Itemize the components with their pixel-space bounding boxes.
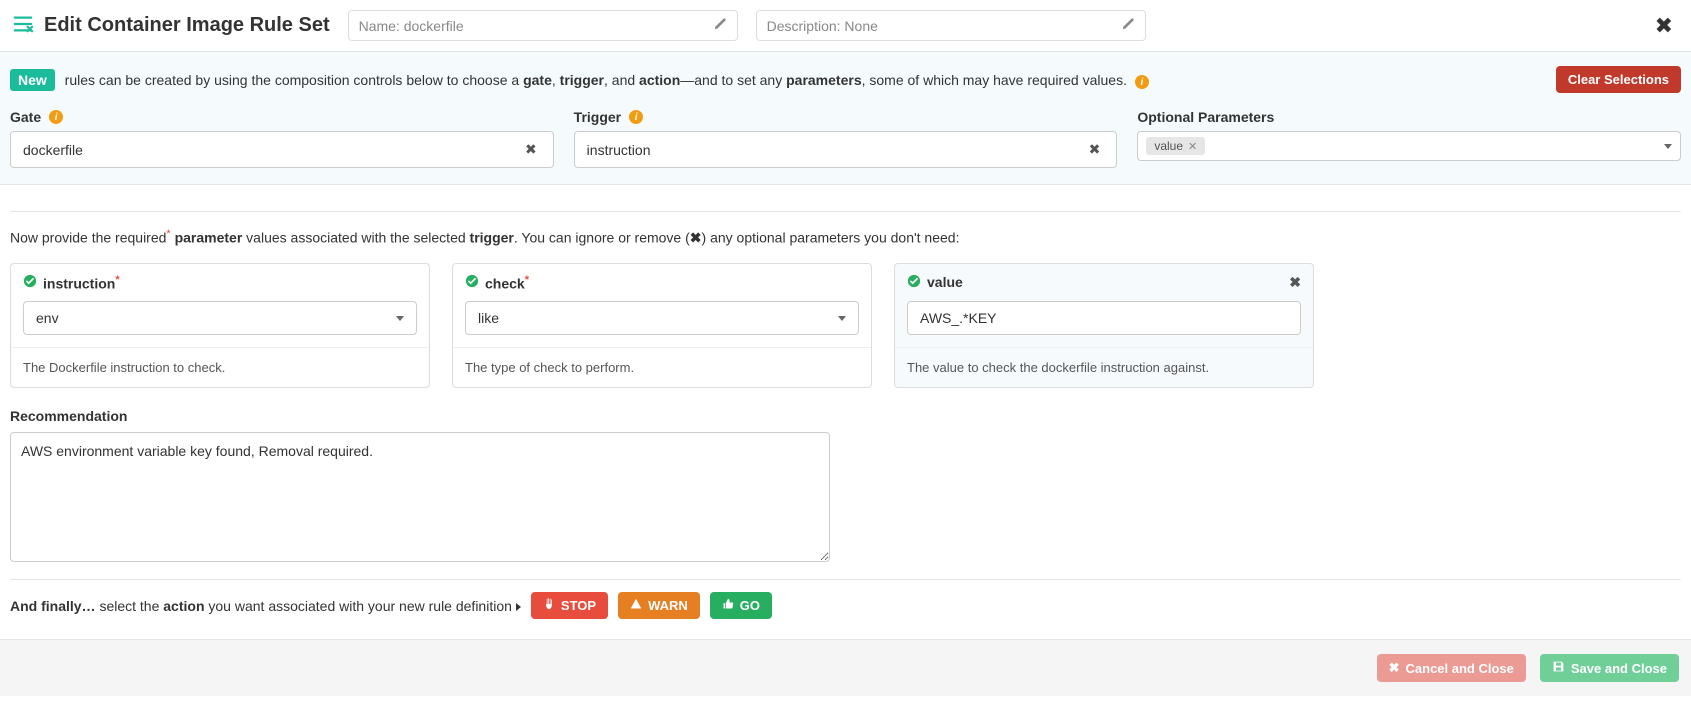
warn-button[interactable]: WARN xyxy=(618,592,700,619)
clear-icon[interactable]: ✖ xyxy=(521,141,541,158)
instruction-select[interactable]: env xyxy=(23,301,417,335)
hand-stop-icon xyxy=(543,598,555,613)
trigger-select[interactable]: instruction ✖ xyxy=(574,131,1118,168)
edit-icon[interactable] xyxy=(1121,17,1135,34)
warning-icon xyxy=(630,598,642,613)
intro-text: New rules can be created by using the co… xyxy=(10,69,1149,91)
controls-row: Gate i dockerfile ✖ Trigger i instructio… xyxy=(10,109,1681,168)
header-bar: Edit Container Image Rule Set Name: dock… xyxy=(0,0,1691,52)
save-button[interactable]: Save and Close xyxy=(1540,654,1679,682)
chevron-down-icon[interactable] xyxy=(396,316,404,321)
param-card-instruction: instruction* env The Dockerfile instruct… xyxy=(10,263,430,389)
new-badge: New xyxy=(10,69,55,91)
param-title: value xyxy=(907,274,963,291)
name-value: dockerfile xyxy=(404,18,464,34)
name-label: Name: xyxy=(359,18,400,34)
divider xyxy=(10,211,1681,212)
parameter-cards: instruction* env The Dockerfile instruct… xyxy=(10,263,1681,389)
title-wrap: Edit Container Image Rule Set xyxy=(12,14,330,37)
close-icon: ✖ xyxy=(1389,660,1400,676)
remove-param-icon[interactable]: ✖ xyxy=(1289,274,1301,291)
optional-params-select[interactable]: value ✕ xyxy=(1137,131,1681,161)
recommendation-label: Recommendation xyxy=(10,408,1681,424)
name-field[interactable]: Name: dockerfile xyxy=(348,10,738,41)
required-asterisk-icon: * xyxy=(525,274,529,286)
param-title: instruction* xyxy=(23,274,120,292)
save-icon xyxy=(1552,660,1565,676)
description-value: None xyxy=(844,18,877,34)
action-section: And finally… select the action you want … xyxy=(0,580,1691,640)
param-description: The type of check to perform. xyxy=(453,347,871,387)
clear-icon[interactable]: ✖ xyxy=(1085,141,1105,158)
caret-right-icon xyxy=(516,603,521,611)
gate-control: Gate i dockerfile ✖ xyxy=(10,109,554,168)
page-title: Edit Container Image Rule Set xyxy=(44,14,330,37)
check-select[interactable]: like xyxy=(465,301,859,335)
value-input[interactable] xyxy=(907,301,1301,335)
trigger-value: instruction xyxy=(587,142,651,158)
info-icon[interactable]: i xyxy=(1135,75,1149,89)
close-icon[interactable]: ✖ xyxy=(1649,13,1679,39)
param-description: The value to check the dockerfile instru… xyxy=(895,347,1313,387)
check-circle-icon xyxy=(465,274,479,291)
gate-value: dockerfile xyxy=(23,142,83,158)
param-title: check* xyxy=(465,274,529,292)
trigger-label: Trigger i xyxy=(574,109,1118,125)
recommendation-section: Recommendation xyxy=(0,398,1691,575)
ruleset-icon xyxy=(12,14,34,37)
action-lead: And finally… select the action you want … xyxy=(10,598,521,614)
chevron-down-icon[interactable] xyxy=(838,316,846,321)
stop-button[interactable]: STOP xyxy=(531,592,608,619)
param-card-value: value ✖ The value to check the dockerfil… xyxy=(894,263,1314,389)
info-icon[interactable]: i xyxy=(629,110,643,124)
trigger-control: Trigger i instruction ✖ xyxy=(574,109,1118,168)
check-circle-icon xyxy=(907,274,921,291)
optional-params-label: Optional Parameters xyxy=(1137,109,1681,125)
go-button[interactable]: GO xyxy=(710,592,772,619)
info-icon[interactable]: i xyxy=(49,110,63,124)
tag-remove-icon[interactable]: ✕ xyxy=(1188,140,1197,153)
description-label: Description: xyxy=(767,18,841,34)
x-icon: ✖ xyxy=(690,230,702,246)
parameter-section: Now provide the required* parameter valu… xyxy=(0,185,1691,398)
footer: ✖ Cancel and Close Save and Close xyxy=(0,640,1691,696)
edit-icon[interactable] xyxy=(713,17,727,34)
required-asterisk-icon: * xyxy=(115,274,119,286)
parameter-intro: Now provide the required* parameter valu… xyxy=(10,228,1681,247)
recommendation-textarea[interactable] xyxy=(10,432,830,562)
clear-selections-button[interactable]: Clear Selections xyxy=(1556,66,1681,93)
check-circle-icon xyxy=(23,274,37,291)
thumbs-up-icon xyxy=(722,598,734,613)
param-description: The Dockerfile instruction to check. xyxy=(11,347,429,387)
optional-params-control: Optional Parameters value ✕ xyxy=(1137,109,1681,168)
gate-select[interactable]: dockerfile ✖ xyxy=(10,131,554,168)
chevron-down-icon[interactable] xyxy=(1664,144,1672,149)
param-card-check: check* like The type of check to perform… xyxy=(452,263,872,389)
description-field[interactable]: Description: None xyxy=(756,10,1146,41)
cancel-button[interactable]: ✖ Cancel and Close xyxy=(1377,654,1526,682)
param-tag[interactable]: value ✕ xyxy=(1146,137,1205,155)
intro-section: New rules can be created by using the co… xyxy=(0,52,1691,185)
gate-label: Gate i xyxy=(10,109,554,125)
